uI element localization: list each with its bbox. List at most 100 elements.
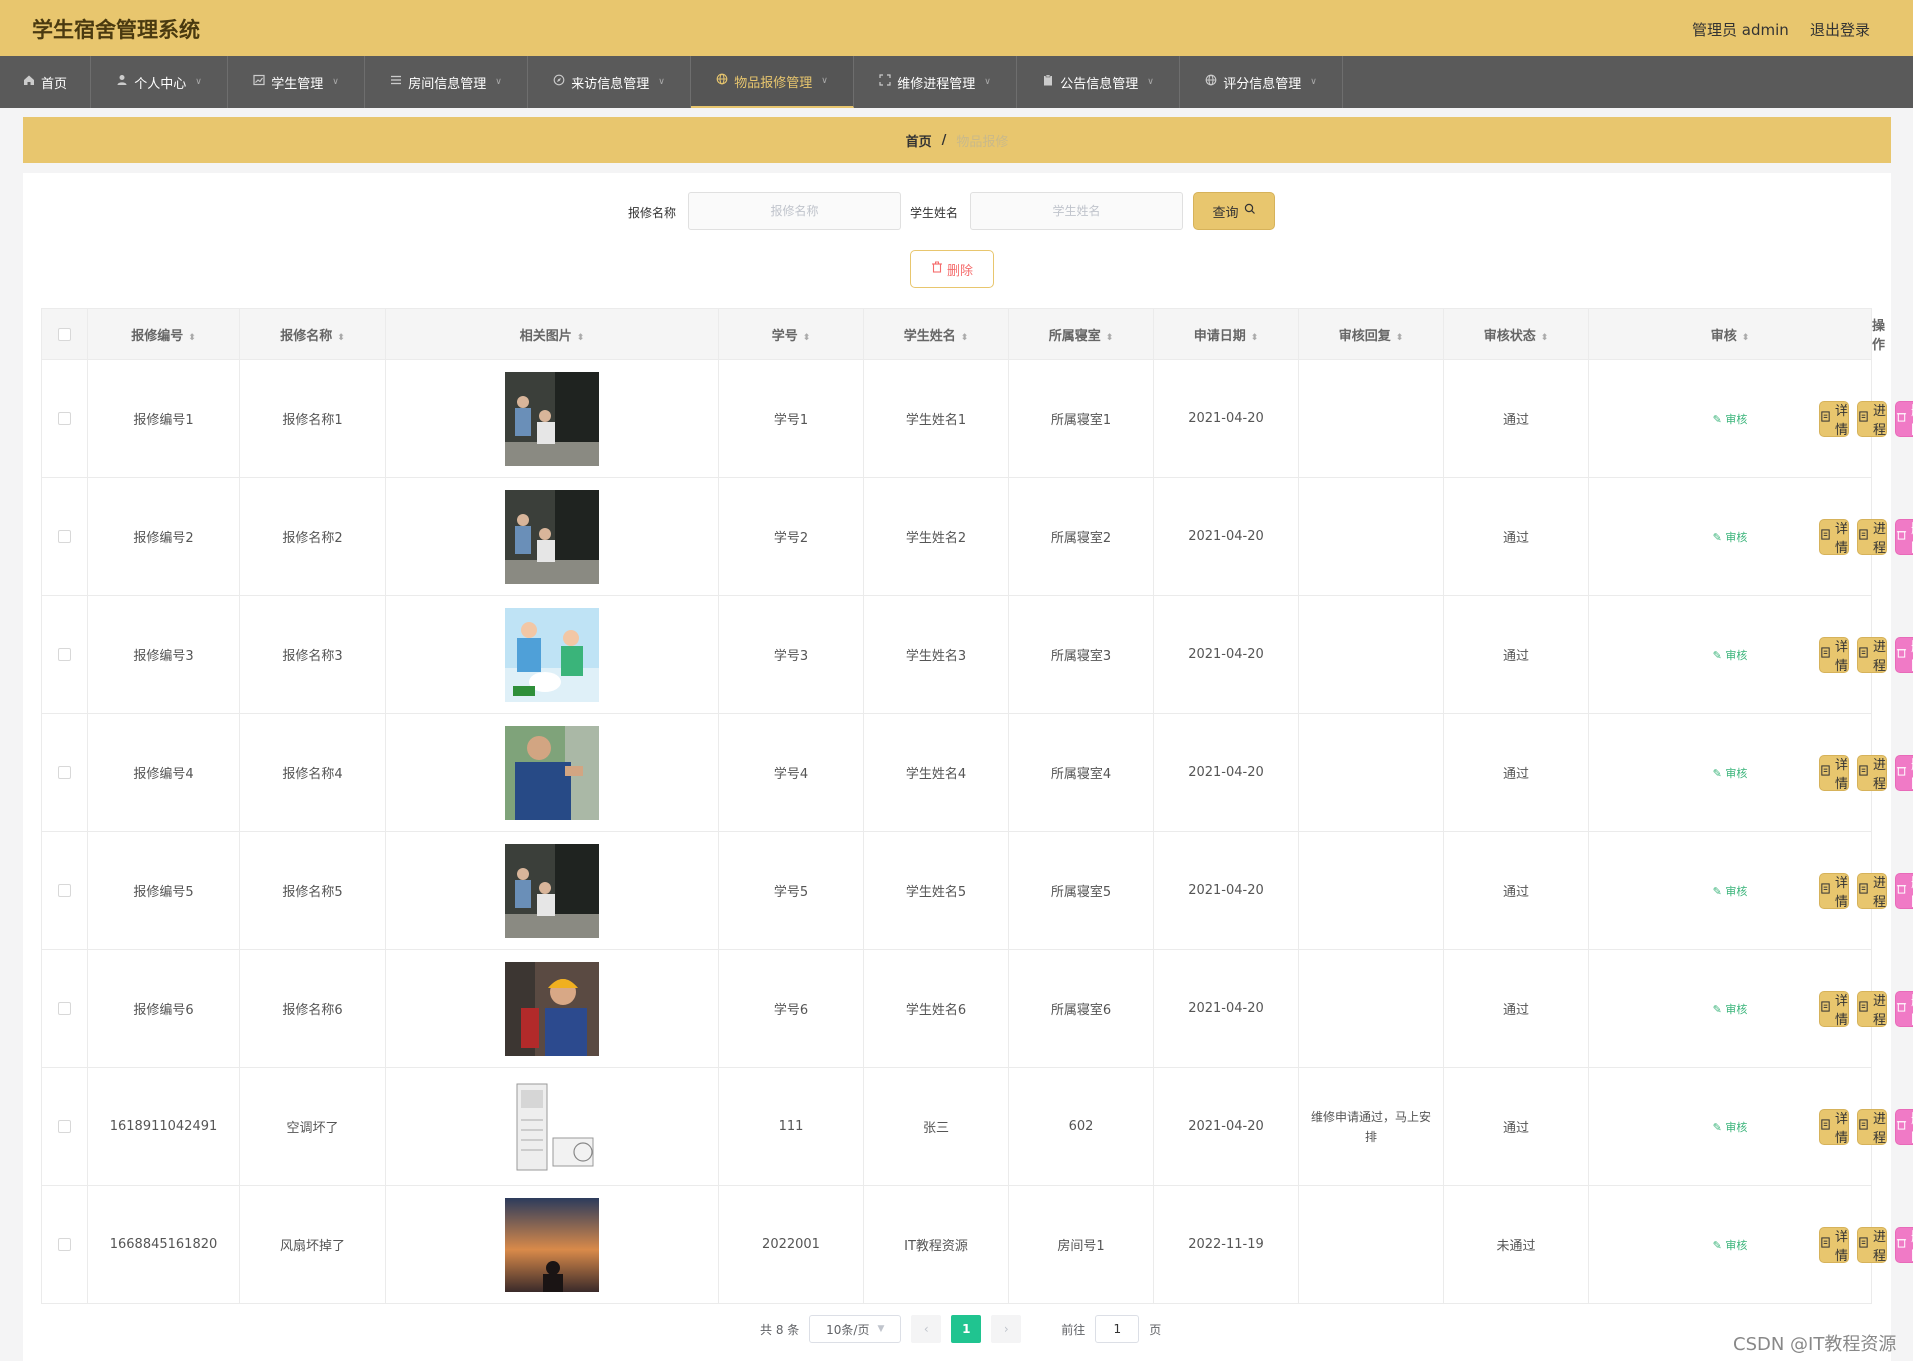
column-header-1[interactable]: 报修名称 ⬍ [239,308,386,360]
nav-item-1[interactable]: 个人中心 ∨ [91,56,228,108]
detail-button[interactable]: 详情 [1818,754,1849,792]
page-size-select[interactable]: 10条/页 ▼ [809,1315,902,1343]
electrician-photo[interactable] [505,725,599,820]
column-header-4[interactable]: 学生姓名 ⬍ [863,308,1009,360]
repair-name-input[interactable] [688,192,901,230]
query-button[interactable]: 查询 [1193,192,1275,230]
date-cell: 2021-04-20 [1153,477,1299,596]
row-select-cell [41,477,88,596]
detail-button[interactable]: 详情 [1818,1226,1849,1264]
trash-icon [931,261,943,277]
progress-button[interactable]: 进程 [1857,754,1888,792]
logout-link[interactable]: 退出登录 [1810,19,1870,40]
nav-item-8[interactable]: 评分信息管理 ∨ [1180,56,1343,108]
admin-username: 管理员 admin [1692,21,1789,39]
delete-button[interactable]: 删除 [1895,990,1913,1028]
delete-button[interactable]: 删除 [1895,636,1913,674]
student-name-input[interactable] [970,192,1183,230]
detail-button[interactable]: 详情 [1818,636,1849,674]
row-checkbox[interactable] [58,1120,71,1133]
detail-button-label: 详情 [1834,403,1848,438]
date-cell-text: 2021-04-20 [1188,647,1264,662]
column-header-0[interactable]: 报修编号 ⬍ [87,308,240,360]
audit-link[interactable]: ✎ 审核 [1713,413,1748,426]
detail-button[interactable]: 详情 [1818,400,1849,438]
progress-button[interactable]: 进程 [1857,872,1888,910]
nav-item-6[interactable]: 维修进程管理 ∨ [854,56,1017,108]
goto-page-input[interactable] [1095,1315,1140,1343]
next-page-button[interactable]: › [991,1315,1022,1343]
nav-item-0[interactable]: 首页 [0,56,91,108]
table-row: 报修编号4 报修名称4 学号4 学生姓名4 所属寝室4 2021-04-20 通过 ✎ 审核 详… [41,713,1913,832]
delete-button[interactable]: 删除 [1895,1108,1913,1146]
delete-button[interactable]: 删除 [1895,518,1913,556]
column-header-5[interactable]: 所属寝室 ⬍ [1008,308,1154,360]
prev-page-button[interactable]: ‹ [911,1315,942,1343]
nav-item-5[interactable]: 物品报修管理 ∨ [691,56,854,108]
breadcrumb-home[interactable]: 首页 [906,131,932,150]
row-checkbox[interactable] [58,412,71,425]
detail-button[interactable]: 详情 [1818,1108,1849,1146]
repair-worker-photo[interactable] [505,371,599,466]
nav-item-7[interactable]: 公告信息管理 ∨ [1017,56,1180,108]
sort-icon: ⬍ [337,332,345,343]
nav-item-2[interactable]: 学生管理 ∨ [228,56,365,108]
nav-item-4[interactable]: 来访信息管理 ∨ [528,56,691,108]
detail-button[interactable]: 详情 [1818,872,1849,910]
plumber-illustration[interactable] [505,607,599,702]
page-number-current[interactable]: 1 [951,1315,982,1343]
column-header-2[interactable]: 相关图片 ⬍ [385,308,719,360]
repair-id-cell-text: 报修编号2 [133,531,194,546]
audit-link[interactable]: ✎ 审核 [1713,885,1748,898]
delete-button[interactable]: 删除 [1895,872,1913,910]
repair-name-cell-text: 报修名称5 [282,885,343,900]
audit-link[interactable]: ✎ 审核 [1713,1003,1748,1016]
air-conditioner-photo[interactable] [505,1079,599,1174]
row-checkbox[interactable] [58,766,71,779]
select-all-checkbox[interactable] [58,327,71,341]
progress-button[interactable]: 进程 [1857,636,1888,674]
repair-table: 报修编号 ⬍ 报修名称 ⬍ 相关图片 ⬍ 学号 ⬍ 学生姓名 ⬍ 所属寝室 ⬍ 申请日期 ⬍ 审核回复 ⬍ 审核… [41,308,1913,1304]
detail-button[interactable]: 详情 [1818,518,1849,556]
column-header-9[interactable]: 审核 ⬍ [1588,308,1872,360]
sunset-silhouette-photo[interactable] [505,1197,599,1292]
delete-button[interactable]: 删除 [1895,754,1913,792]
repair-worker-photo[interactable] [505,489,599,584]
row-select-cell [41,713,88,832]
progress-button[interactable]: 进程 [1857,990,1888,1028]
progress-button[interactable]: 进程 [1857,1108,1888,1146]
audit-link[interactable]: ✎ 审核 [1713,1239,1748,1252]
repair-worker-photo[interactable] [505,843,599,938]
column-header-6[interactable]: 申请日期 ⬍ [1153,308,1299,360]
row-checkbox[interactable] [58,884,71,897]
audit-link[interactable]: ✎ 审核 [1713,1121,1748,1134]
row-checkbox[interactable] [58,1238,71,1251]
column-header-3[interactable]: 学号 ⬍ [718,308,864,360]
progress-button[interactable]: 进程 [1857,518,1888,556]
sort-icon: ⬍ [1540,332,1549,343]
audit-link[interactable]: ✎ 审核 [1713,531,1748,544]
repair-id-cell-text: 报修编号5 [133,885,194,900]
audit-link[interactable]: ✎ 审核 [1713,649,1748,662]
delete-button[interactable]: 删除 [1895,400,1913,438]
repair-name-cell: 报修名称1 [239,359,386,478]
status-cell: 通过 [1443,1067,1589,1186]
column-header-8[interactable]: 审核状态 ⬍ [1443,308,1589,360]
hardhat-worker-photo[interactable] [505,961,599,1056]
column-header-7[interactable]: 审核回复 ⬍ [1298,308,1444,360]
row-checkbox[interactable] [58,648,71,661]
progress-button[interactable]: 进程 [1857,400,1888,438]
audit-link[interactable]: ✎ 审核 [1713,767,1748,780]
table-row: 1668845161820 风扇坏掉了 2022001 IT教程资源 房间号1 2022-… [41,1185,1913,1304]
repair-name-cell-text: 空调坏了 [286,1121,339,1136]
delete-button[interactable]: 删除 [1895,1226,1913,1264]
row-checkbox[interactable] [58,1002,71,1015]
reply-cell-text: 维修申请通过，马上安排 [1311,1109,1432,1144]
nav-item-3[interactable]: 房间信息管理 ∨ [365,56,528,108]
row-checkbox[interactable] [58,530,71,543]
progress-button[interactable]: 进程 [1857,1226,1888,1264]
detail-button[interactable]: 详情 [1818,990,1849,1028]
batch-delete-button[interactable]: 删除 [910,250,994,288]
student-no-cell: 学号1 [718,359,864,478]
audit-label: 审核 [1725,412,1748,426]
